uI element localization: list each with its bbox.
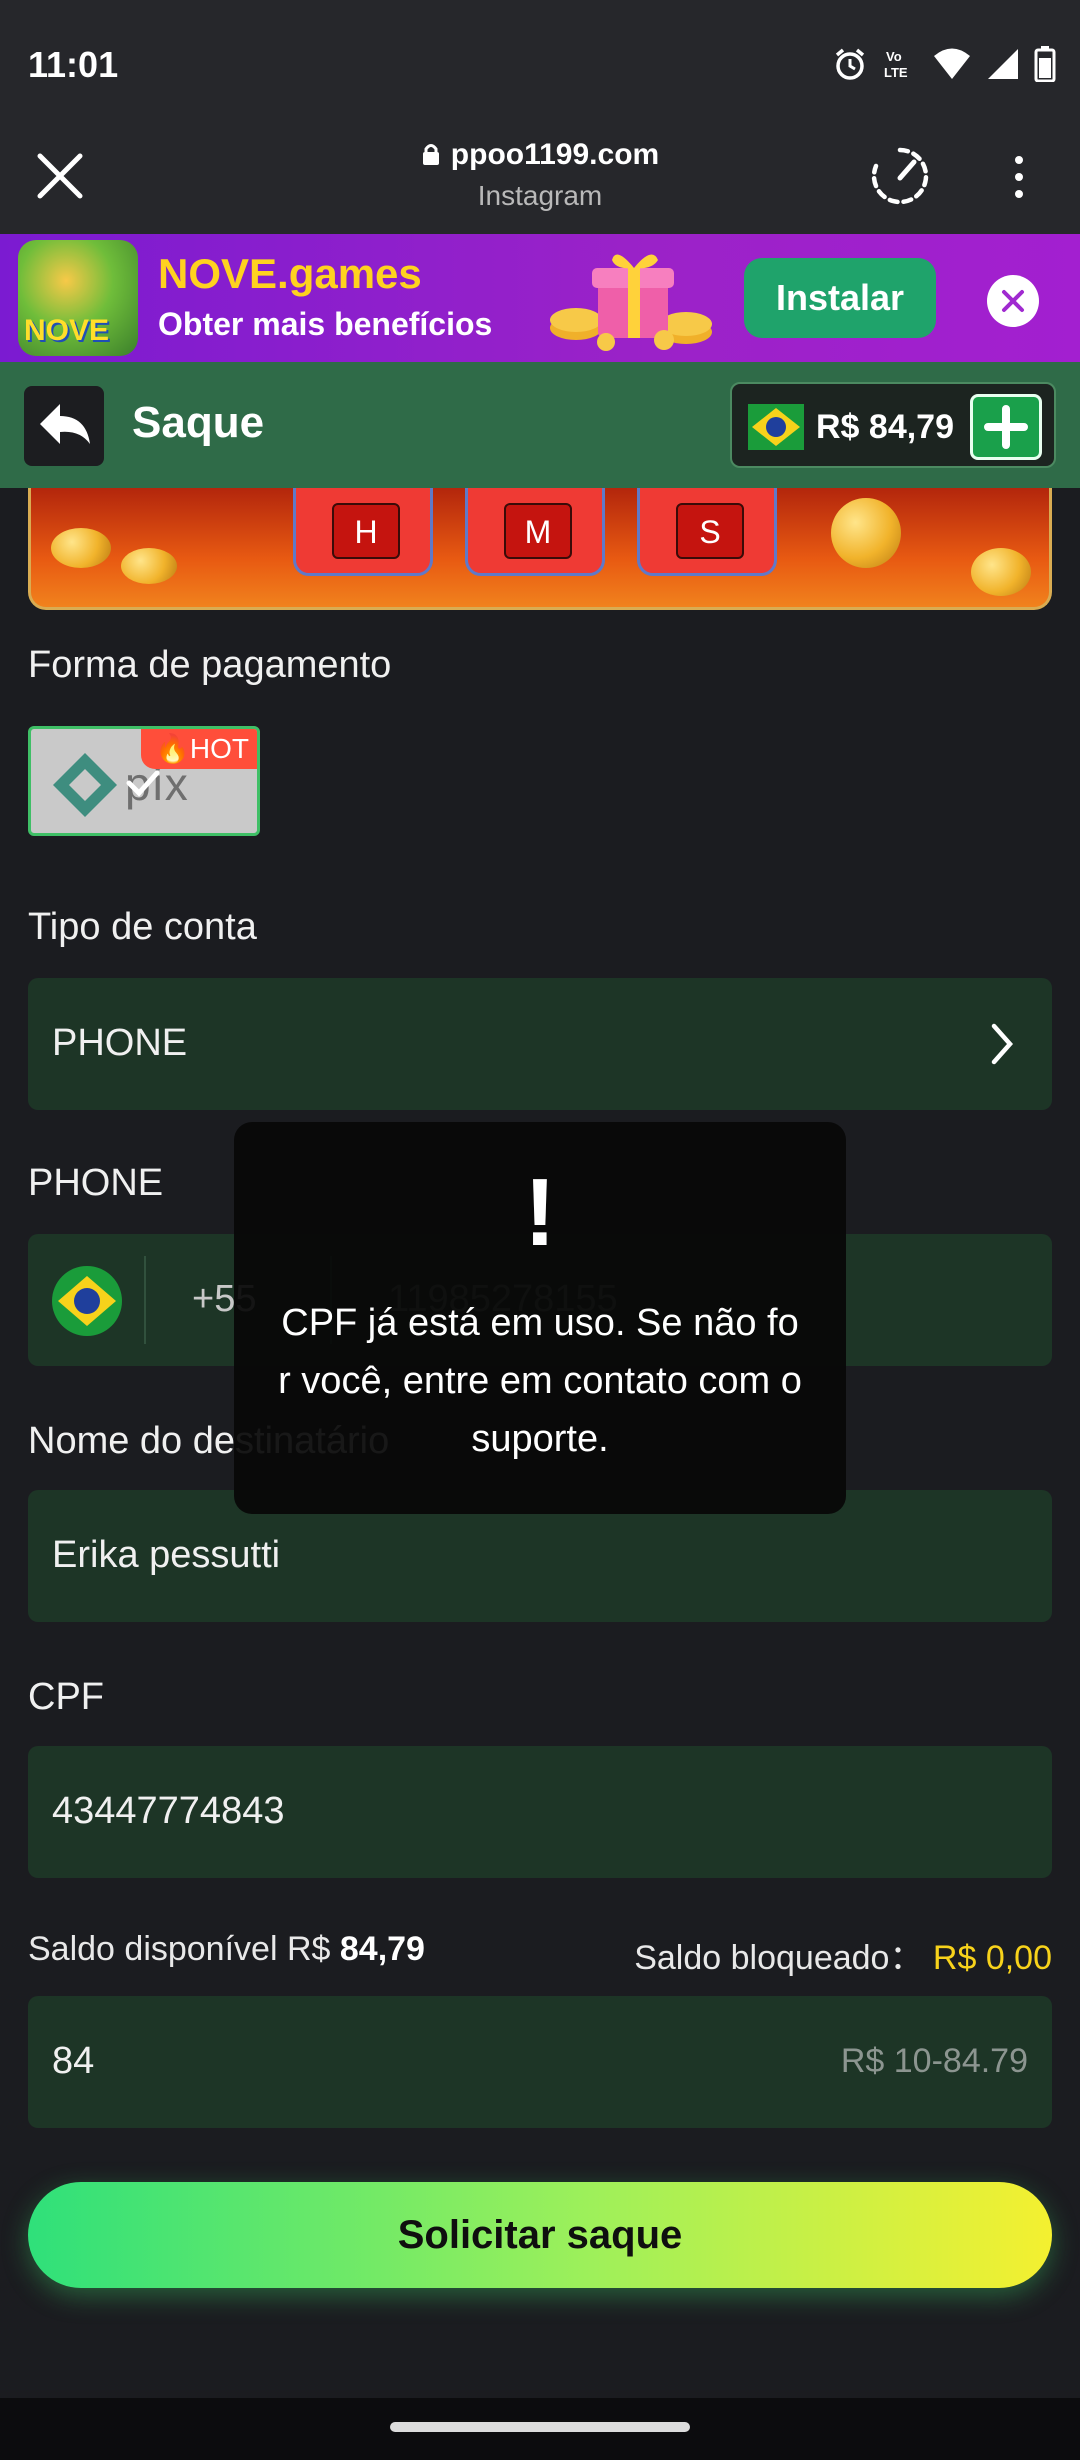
- request-withdrawal-button[interactable]: Solicitar saque: [28, 2182, 1052, 2288]
- cpf-label: CPF: [28, 1676, 104, 1718]
- alarm-icon: [835, 48, 865, 80]
- app-logo: NOVE: [18, 240, 138, 356]
- back-button[interactable]: [24, 386, 104, 466]
- header-balance: R$ 84,79: [816, 408, 954, 446]
- wifi-icon: [934, 48, 970, 79]
- cpf-field[interactable]: 43447774843: [28, 1746, 1052, 1878]
- phone-label: PHONE: [28, 1162, 164, 1204]
- browser-url-text: ppoo1199.com: [450, 138, 660, 171]
- pix-logo-icon: [53, 753, 117, 817]
- dismiss-banner-icon[interactable]: [986, 274, 1040, 328]
- browser-toolbar: ppoo1199.com Instagram: [0, 116, 1080, 234]
- deposit-add-button[interactable]: [970, 394, 1042, 460]
- chevron-right-icon: [991, 1023, 1014, 1065]
- countdown-seconds-label: S: [676, 503, 744, 559]
- plus-icon: [984, 405, 1028, 449]
- gift-icon: [550, 254, 712, 351]
- status-icons: Vo LTE: [832, 46, 1056, 82]
- lock-icon: [422, 144, 439, 165]
- countdown-minutes-label: M: [504, 503, 572, 559]
- error-toast: ! CPF já está em uso. Se não for você, e…: [234, 1122, 846, 1514]
- pix-payment-option[interactable]: pix 🔥HOT: [28, 726, 260, 836]
- system-nav-bar: [0, 2398, 1080, 2460]
- payment-method-label: Forma de pagamento: [28, 644, 392, 686]
- account-type-select[interactable]: PHONE: [28, 978, 1052, 1110]
- available-balance-label: Saldo disponível R$: [28, 1930, 331, 1968]
- status-bar: 11:01 Vo LTE: [0, 0, 1080, 116]
- account-type-label: Tipo de conta: [28, 906, 257, 948]
- recipient-name-value: Erika pessutti: [52, 1534, 281, 1576]
- back-arrow-icon: [40, 404, 90, 444]
- amount-field[interactable]: 84 R$ 10-84.79: [28, 1996, 1052, 2128]
- app-logo-text: NOVE: [24, 314, 110, 347]
- coin-decoration: [121, 548, 177, 584]
- countdown-minutes: M: [465, 488, 605, 576]
- coin-decoration: [831, 498, 901, 568]
- signal-icon: [988, 49, 1018, 79]
- install-app-banner: NOVE NOVE.games Obter mais benefícios In…: [0, 234, 1080, 362]
- more-options-icon[interactable]: [1004, 152, 1034, 202]
- blocked-balance: Saldo bloqueado： R$ 0,00: [634, 1930, 1052, 1979]
- volte-icon: VoLTE: [884, 49, 908, 80]
- countdown-banner: H M S: [28, 488, 1052, 610]
- blocked-balance-value: R$ 0,00: [932, 1939, 1052, 1977]
- coin-decoration: [971, 548, 1031, 596]
- blocked-balance-label: Saldo bloqueado：: [634, 1939, 924, 1977]
- svg-text:Vo: Vo: [886, 49, 902, 64]
- available-balance: Saldo disponível R$ 84,79: [28, 1930, 425, 1969]
- account-type-value: PHONE: [52, 1022, 188, 1064]
- cpf-value: 43447774843: [52, 1790, 285, 1832]
- home-gesture-bar[interactable]: [390, 2422, 690, 2432]
- checkmark-icon: [126, 770, 160, 797]
- install-button[interactable]: Instalar: [744, 258, 936, 338]
- promo-subtitle: Obter mais benefícios: [158, 306, 493, 342]
- svg-text:LTE: LTE: [884, 65, 908, 80]
- available-balance-value: 84,79: [339, 1930, 425, 1968]
- countdown-hours: H: [293, 488, 433, 576]
- toast-message: CPF já está em uso. Se não for você, ent…: [278, 1302, 802, 1460]
- divider: [144, 1256, 146, 1344]
- countdown-hours-label: H: [332, 503, 400, 559]
- flame-icon: 🔥: [155, 733, 190, 764]
- coin-decoration: [51, 528, 111, 568]
- balance-row: Saldo disponível R$ 84,79 Saldo bloquead…: [28, 1930, 1052, 1977]
- battery-icon: [1034, 46, 1056, 82]
- countdown-seconds: S: [637, 488, 777, 576]
- hot-badge-text: HOT: [189, 733, 249, 764]
- balance-widget: R$ 84,79: [730, 382, 1056, 468]
- hot-badge: 🔥HOT: [141, 729, 257, 769]
- amount-range-hint: R$ 10-84.79: [840, 2042, 1028, 2080]
- brazil-flag-icon: [52, 1266, 122, 1336]
- page-title: Saque: [132, 398, 265, 447]
- brazil-flag-icon: [748, 404, 804, 450]
- status-time: 11:01: [28, 44, 119, 85]
- promo-title: NOVE.games: [158, 250, 422, 297]
- speed-icon[interactable]: [868, 144, 932, 208]
- app-header: Saque R$ 84,79: [0, 362, 1080, 488]
- amount-value: 84: [52, 2040, 95, 2082]
- exclamation-icon: !: [524, 1159, 556, 1266]
